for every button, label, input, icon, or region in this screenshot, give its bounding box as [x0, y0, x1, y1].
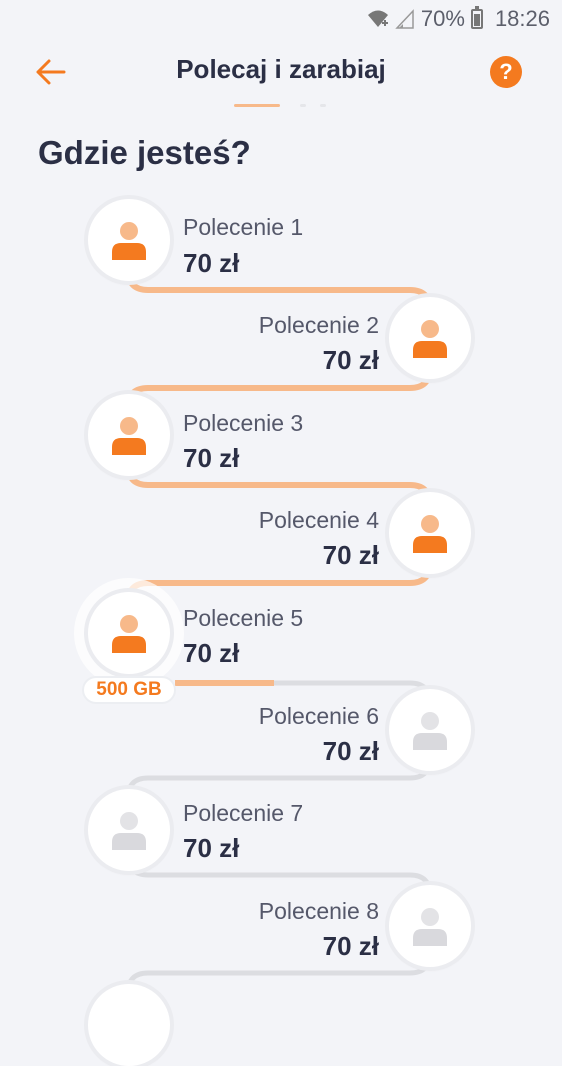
- referral-label-6: Polecenie 6: [258, 703, 379, 729]
- referral-avatar-9: [88, 984, 170, 1066]
- referral-avatar-2: [389, 297, 471, 379]
- referral-label-7: Polecenie 7: [183, 800, 304, 826]
- referral-avatar-7: [88, 789, 170, 871]
- person-icon: [112, 222, 146, 260]
- person-icon: [112, 615, 146, 653]
- path-segment-7: [125, 854, 433, 896]
- referral-avatar-6: [389, 689, 471, 771]
- referral-avatar-3: [88, 394, 170, 476]
- person-placeholder-icon: [413, 908, 447, 946]
- referral-amount-8: 70 zł: [322, 931, 379, 961]
- path-segment-1: [125, 269, 433, 311]
- referral-label-5: Polecenie 5: [183, 605, 304, 631]
- referral-amount-7: 70 zł: [183, 833, 240, 863]
- reward-badge: 500 GB: [82, 676, 176, 704]
- path-segment-3: [125, 464, 433, 506]
- path-segment-6: [125, 757, 433, 799]
- referral-amount-4: 70 zł: [322, 540, 379, 570]
- referral-label-2: Polecenie 2: [258, 312, 379, 338]
- referral-amount-5: 70 zł: [183, 638, 240, 668]
- referral-avatar-1: [88, 199, 170, 281]
- progress-path: [125, 269, 433, 994]
- referral-label-3: Polecenie 3: [183, 410, 304, 436]
- referral-label-8: Polecenie 8: [258, 898, 379, 924]
- person-placeholder-icon: [413, 712, 447, 750]
- referral-avatar-4: [389, 492, 471, 574]
- person-icon: [413, 320, 447, 358]
- referral-amount-3: 70 zł: [183, 443, 240, 473]
- path-segment-2: [125, 367, 433, 409]
- person-icon: [413, 515, 447, 553]
- referral-amount-2: 70 zł: [322, 345, 379, 375]
- person-icon: [112, 417, 146, 455]
- referral-avatar-5: [88, 592, 170, 674]
- path-segment-8: [125, 952, 433, 994]
- referral-label-1: Polecenie 1: [183, 214, 304, 240]
- referral-amount-1: 70 zł: [183, 248, 240, 278]
- referral-label-4: Polecenie 4: [258, 507, 379, 533]
- referral-avatar-8: [389, 885, 471, 967]
- referral-amount-6: 70 zł: [322, 736, 379, 766]
- path-segment-4: [125, 562, 433, 604]
- person-placeholder-icon: [112, 812, 146, 850]
